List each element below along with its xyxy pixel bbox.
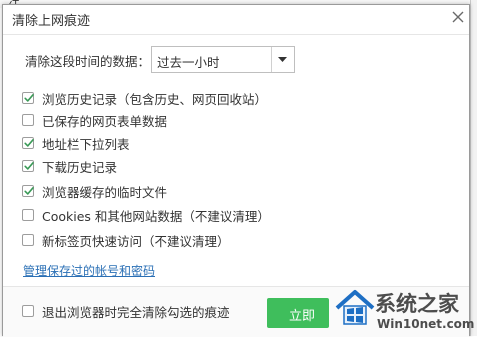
option-checkbox-1[interactable]: 已保存的网页表单数据 bbox=[22, 111, 167, 129]
watermark-url: Win10net.com bbox=[377, 317, 475, 331]
checkbox-checked[interactable] bbox=[22, 92, 34, 104]
option-checkbox-4[interactable]: 浏览器缓存的临时文件 bbox=[22, 182, 167, 200]
watermark-brand: 系统之家 bbox=[375, 292, 459, 316]
checkbox-unchecked[interactable] bbox=[22, 209, 34, 221]
option-label: 浏览历史记录（包含历史、网页回收站） bbox=[42, 91, 268, 107]
checkbox-box[interactable] bbox=[22, 305, 34, 317]
checkbox-unchecked[interactable] bbox=[22, 114, 34, 126]
manage-passwords-link[interactable]: 管理保存过的帐号和密码 bbox=[23, 262, 155, 279]
option-checkbox-6[interactable]: 新标签页快速访问（不建议清理） bbox=[22, 231, 230, 249]
option-checkbox-3[interactable]: 下载历史记录 bbox=[22, 157, 117, 175]
time-range-label: 清除这段时间的数据： bbox=[25, 54, 151, 69]
time-range-value: 过去一小时 bbox=[157, 55, 220, 70]
time-range-select[interactable]: 过去一小时 bbox=[151, 46, 295, 73]
option-label: 新标签页快速访问（不建议清理） bbox=[42, 233, 230, 249]
option-checkbox-5[interactable]: Cookies 和其他网站数据（不建议清理） bbox=[22, 206, 270, 224]
close-icon[interactable] bbox=[449, 8, 467, 26]
option-label: 浏览器缓存的临时文件 bbox=[42, 184, 168, 200]
clear-on-exit-label: 退出浏览器时完全清除勾选的痕迹 bbox=[42, 304, 230, 320]
option-label: 下载历史记录 bbox=[42, 159, 118, 175]
dialog-title: 清除上网痕迹 bbox=[12, 14, 91, 29]
option-label: 地址栏下拉列表 bbox=[42, 136, 130, 152]
title-divider bbox=[3, 34, 469, 35]
checkbox-checked[interactable] bbox=[22, 160, 34, 172]
checkbox-unchecked[interactable] bbox=[22, 234, 34, 246]
option-checkbox-0[interactable]: 浏览历史记录（包含历史、网页回收站） bbox=[22, 89, 267, 107]
house-logo-icon bbox=[335, 290, 375, 325]
checkbox-checked[interactable] bbox=[22, 185, 34, 197]
watermark: 系统之家 Win10net.com bbox=[333, 286, 477, 336]
clear-now-button-label: 立即 bbox=[289, 309, 316, 324]
dropdown-arrow-icon[interactable] bbox=[271, 47, 294, 72]
clear-now-button[interactable]: 立即 bbox=[267, 298, 329, 328]
option-checkbox-2[interactable]: 地址栏下拉列表 bbox=[22, 134, 130, 152]
checkbox-checked[interactable] bbox=[22, 137, 34, 149]
clear-on-exit-checkbox[interactable]: 退出浏览器时完全清除勾选的痕迹 bbox=[22, 302, 230, 320]
option-label: 已保存的网页表单数据 bbox=[42, 113, 168, 129]
option-label: Cookies 和其他网站数据（不建议清理） bbox=[42, 208, 270, 224]
